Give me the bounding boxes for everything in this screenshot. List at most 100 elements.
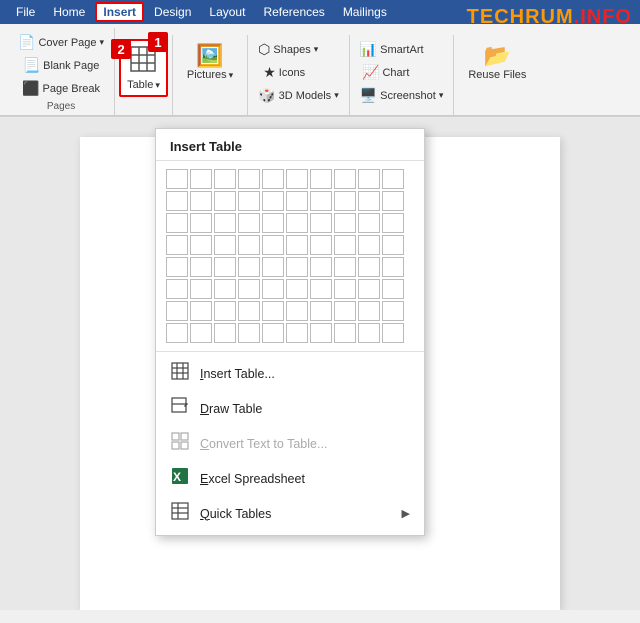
cell[interactable] (310, 279, 332, 299)
menu-references[interactable]: References (255, 2, 332, 22)
menu-layout[interactable]: Layout (201, 2, 253, 22)
cell[interactable] (334, 169, 356, 189)
cell[interactable] (166, 169, 188, 189)
cell[interactable] (310, 301, 332, 321)
cell[interactable] (166, 213, 188, 233)
shapes-button[interactable]: ⬡ Shapes ▾ (254, 39, 322, 60)
cell[interactable] (310, 191, 332, 211)
cell[interactable] (358, 301, 380, 321)
cell[interactable] (238, 213, 260, 233)
draw-table-item[interactable]: Draw Table (156, 391, 424, 426)
cell[interactable] (310, 169, 332, 189)
cell[interactable] (382, 213, 404, 233)
cell[interactable] (190, 301, 212, 321)
cell[interactable] (286, 169, 308, 189)
cell[interactable] (334, 213, 356, 233)
cell[interactable] (238, 323, 260, 343)
cell[interactable] (190, 257, 212, 277)
cell[interactable] (238, 235, 260, 255)
menu-mailings[interactable]: Mailings (335, 2, 395, 22)
cell[interactable] (358, 169, 380, 189)
cell[interactable] (334, 257, 356, 277)
cell[interactable] (310, 323, 332, 343)
cell[interactable] (190, 235, 212, 255)
cell[interactable] (214, 191, 236, 211)
smartart-button[interactable]: 📊 SmartArt (356, 39, 428, 60)
cell[interactable] (238, 191, 260, 211)
cell[interactable] (166, 323, 188, 343)
menu-home[interactable]: Home (45, 2, 93, 22)
quick-tables-item[interactable]: Quick Tables ▶ (156, 496, 424, 531)
cell[interactable] (286, 279, 308, 299)
cell[interactable] (262, 213, 284, 233)
cell[interactable] (238, 169, 260, 189)
cell[interactable] (286, 323, 308, 343)
page-break-button[interactable]: ⬛ Page Break (14, 78, 108, 99)
cell[interactable] (166, 257, 188, 277)
cell[interactable] (382, 235, 404, 255)
menu-file[interactable]: File (8, 2, 43, 22)
excel-spreadsheet-item[interactable]: X Excel Spreadsheet (156, 461, 424, 496)
screenshot-button[interactable]: 🖥️ Screenshot ▾ (356, 85, 448, 106)
cell[interactable] (214, 323, 236, 343)
cell[interactable] (238, 257, 260, 277)
cell[interactable] (214, 257, 236, 277)
cell[interactable] (262, 323, 284, 343)
reuse-files-button[interactable]: 📂 Reuse Files (460, 39, 534, 87)
cell[interactable] (286, 213, 308, 233)
cell[interactable] (286, 257, 308, 277)
cell[interactable] (382, 279, 404, 299)
cell[interactable] (358, 235, 380, 255)
cell[interactable] (238, 279, 260, 299)
cell[interactable] (214, 301, 236, 321)
cell[interactable] (214, 235, 236, 255)
cover-page-button[interactable]: 📄 Cover Page ▾ (14, 32, 108, 53)
blank-page-button[interactable]: 📃 Blank Page (14, 55, 108, 76)
cell[interactable] (190, 169, 212, 189)
cell[interactable] (334, 191, 356, 211)
cell[interactable] (358, 213, 380, 233)
cell[interactable] (262, 257, 284, 277)
cell[interactable] (286, 235, 308, 255)
cell[interactable] (358, 279, 380, 299)
cell[interactable] (166, 191, 188, 211)
cell[interactable] (190, 323, 212, 343)
icons-button[interactable]: ★ Icons (254, 62, 314, 83)
cell[interactable] (214, 213, 236, 233)
cell[interactable] (166, 301, 188, 321)
cell[interactable] (286, 191, 308, 211)
cell[interactable] (238, 301, 260, 321)
pictures-button[interactable]: 🖼️ Pictures ▾ (179, 39, 241, 87)
cell[interactable] (214, 169, 236, 189)
cell[interactable] (382, 323, 404, 343)
cell[interactable] (334, 301, 356, 321)
cell[interactable] (262, 169, 284, 189)
cell[interactable] (382, 169, 404, 189)
cell[interactable] (334, 323, 356, 343)
cell[interactable] (358, 323, 380, 343)
cell[interactable] (166, 235, 188, 255)
cell[interactable] (190, 279, 212, 299)
insert-table-item[interactable]: Insert Table... (156, 356, 424, 391)
chart-button[interactable]: 📈 Chart (356, 62, 416, 83)
cell[interactable] (382, 257, 404, 277)
cell[interactable] (310, 257, 332, 277)
cell[interactable] (358, 257, 380, 277)
menu-design[interactable]: Design (146, 2, 199, 22)
cell[interactable] (286, 301, 308, 321)
cell[interactable] (382, 301, 404, 321)
cell[interactable] (190, 191, 212, 211)
cell[interactable] (382, 191, 404, 211)
cell[interactable] (334, 279, 356, 299)
cell[interactable] (214, 279, 236, 299)
cell[interactable] (310, 235, 332, 255)
menu-insert[interactable]: Insert (95, 2, 144, 22)
3d-models-button[interactable]: 🎲 3D Models ▾ (254, 85, 343, 106)
cell[interactable] (334, 235, 356, 255)
cell[interactable] (310, 213, 332, 233)
cell[interactable] (262, 191, 284, 211)
cell[interactable] (262, 301, 284, 321)
cell[interactable] (166, 279, 188, 299)
cell[interactable] (262, 235, 284, 255)
cell[interactable] (190, 213, 212, 233)
